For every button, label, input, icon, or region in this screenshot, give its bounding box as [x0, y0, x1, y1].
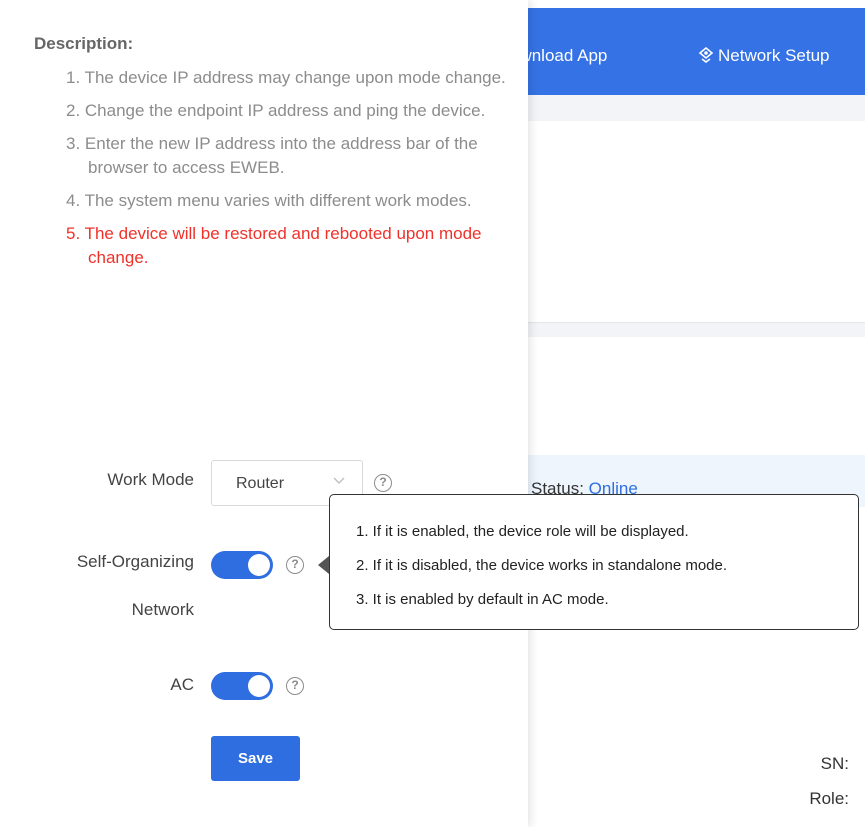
description-item: 2. Change the endpoint IP address and pi…: [66, 101, 486, 120]
ac-toggle[interactable]: [211, 672, 273, 700]
self-organizing-toggle[interactable]: [211, 551, 273, 579]
description-list: 1. The device IP address may change upon…: [66, 66, 506, 279]
save-button[interactable]: Save: [211, 736, 300, 781]
description-warning-item: 5. The device will be restored and reboo…: [66, 224, 482, 267]
network-setup-icon: [698, 46, 714, 68]
work-mode-value: Router: [236, 475, 285, 492]
question-circle-icon[interactable]: ?: [286, 677, 304, 695]
work-mode-label: Work Mode: [107, 470, 194, 489]
help-tooltip: 1. If it is enabled, the device role wil…: [329, 494, 859, 630]
work-mode-panel: Description: 1. The device IP address ma…: [0, 0, 528, 827]
chevron-down-icon: [332, 473, 346, 492]
description-title: Description:: [34, 34, 134, 53]
tooltip-line: 1. If it is enabled, the device role wil…: [356, 523, 689, 540]
toggle-knob: [248, 675, 270, 697]
tooltip-line: 2. If it is disabled, the device works i…: [356, 557, 728, 574]
question-circle-icon[interactable]: ?: [286, 556, 304, 574]
network-setup-link[interactable]: Network Setup: [698, 46, 830, 68]
description-item: 3. Enter the new IP address into the add…: [66, 134, 478, 177]
self-organizing-label-line2: Network: [131, 600, 194, 619]
tooltip-arrow: [318, 556, 329, 574]
toggle-knob: [248, 554, 270, 576]
role-label: Role:: [809, 789, 849, 808]
ac-label: AC: [170, 675, 194, 694]
description-item: 1. The device IP address may change upon…: [66, 68, 506, 87]
self-organizing-label: Self-Organizing: [76, 552, 194, 571]
description-item: 4. The system menu varies with different…: [66, 191, 472, 210]
sn-label: SN:: [820, 754, 849, 773]
network-setup-label: Network Setup: [718, 46, 830, 65]
tooltip-line: 3. It is enabled by default in AC mode.: [356, 591, 609, 608]
question-circle-icon[interactable]: ?: [374, 474, 392, 492]
